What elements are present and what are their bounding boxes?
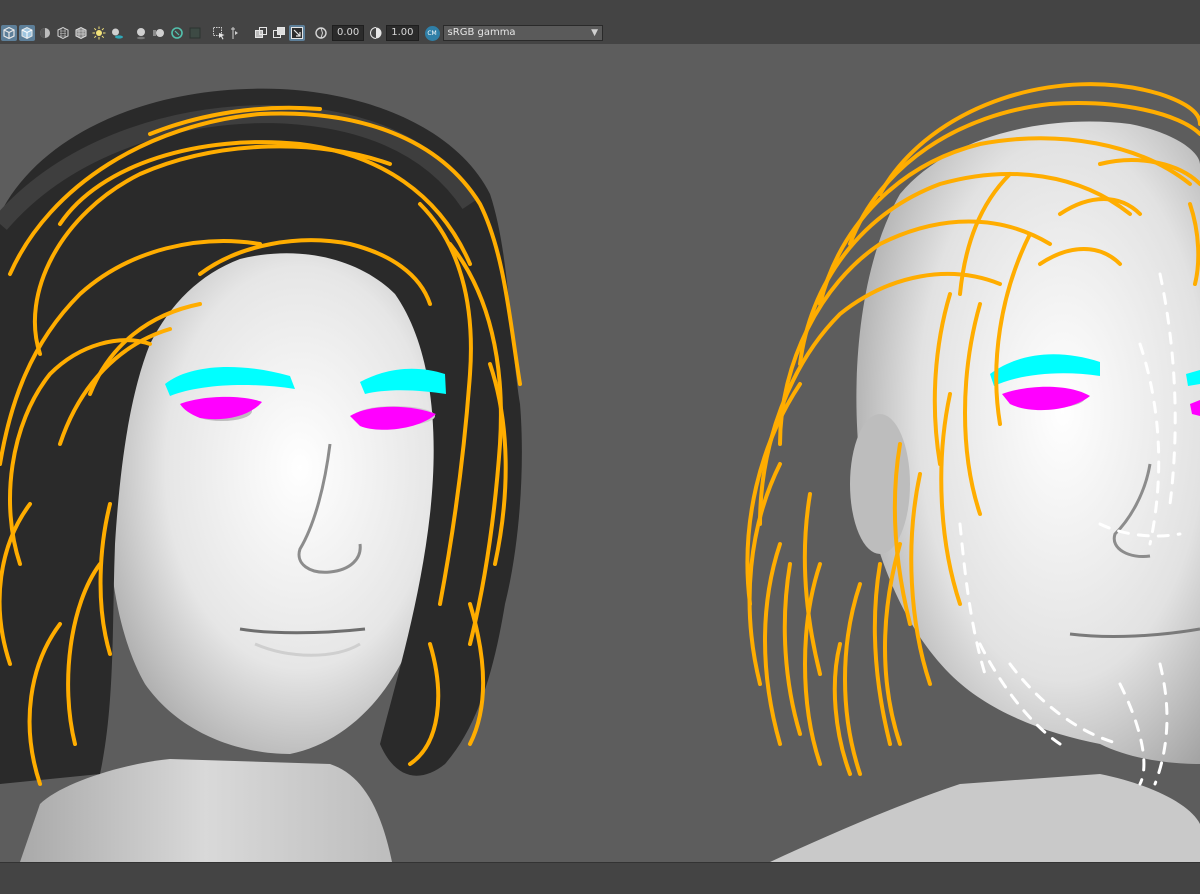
cm-badge: CM: [427, 29, 437, 37]
xray-components-icon[interactable]: [271, 25, 287, 41]
xray-icon[interactable]: [229, 25, 245, 41]
shaded-cube-icon[interactable]: [19, 25, 35, 41]
exposure-field[interactable]: 0.00: [332, 25, 365, 41]
right-head-model: [745, 82, 1200, 862]
motion-blur-icon[interactable]: [151, 25, 167, 41]
left-head-model: [0, 88, 522, 862]
gamma-icon[interactable]: [367, 25, 383, 41]
anti-alias-icon[interactable]: [169, 25, 185, 41]
isolate-select-icon[interactable]: [211, 25, 227, 41]
smooth-shade-icon[interactable]: [37, 25, 53, 41]
viewport-toolbar: 0.00 1.00 CM sRGB gamma ▼: [0, 22, 1200, 45]
color-space-label: sRGB gamma: [447, 27, 516, 38]
chevron-down-icon: ▼: [591, 28, 598, 38]
lights-icon[interactable]: [91, 25, 107, 41]
textured-cube-icon[interactable]: [55, 25, 71, 41]
viewport-scene: [0, 82, 1200, 862]
resolution-gate-icon[interactable]: [289, 25, 305, 41]
3d-viewport[interactable]: [0, 44, 1200, 862]
shadows-icon[interactable]: [109, 25, 125, 41]
wireframe-cube-icon[interactable]: [1, 25, 17, 41]
exposure-icon[interactable]: [313, 25, 329, 41]
depth-of-field-icon[interactable]: [187, 25, 203, 41]
top-menu-strip: [0, 0, 1200, 23]
color-space-dropdown[interactable]: sRGB gamma ▼: [442, 25, 603, 41]
textured-cube-icon-2[interactable]: [73, 25, 89, 41]
ambient-occlusion-icon[interactable]: [133, 25, 149, 41]
gamma-field[interactable]: 1.00: [386, 25, 419, 41]
bottom-status-strip: [0, 862, 1200, 894]
color-management-toggle[interactable]: CM: [424, 25, 440, 41]
xray-joints-icon[interactable]: [253, 25, 269, 41]
